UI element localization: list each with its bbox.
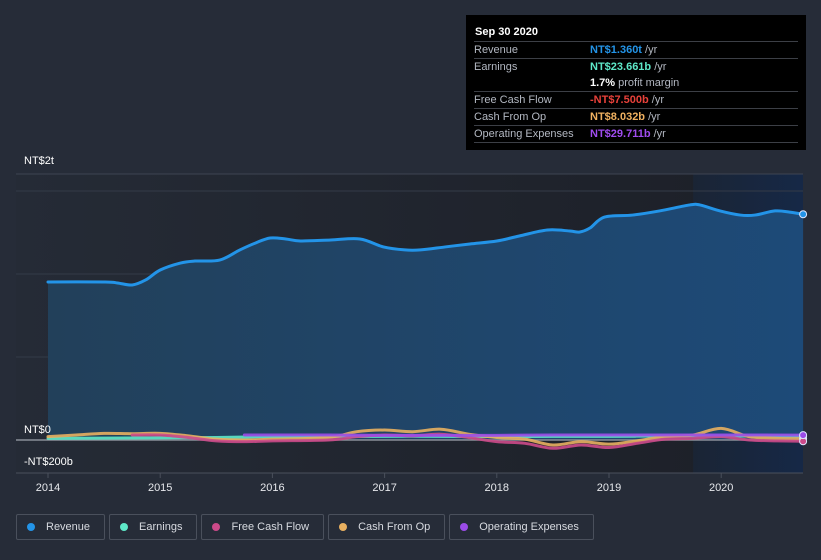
legend-item-earnings[interactable]: Earnings bbox=[109, 514, 198, 540]
tooltip-row-value: -NT$7.500b bbox=[590, 94, 649, 106]
x-tick-label: 2014 bbox=[35, 482, 61, 494]
y-axis-zero-label: NT$0 bbox=[24, 424, 51, 436]
tooltip-row: 1.7% profit margin bbox=[474, 75, 798, 92]
tooltip-row-label: Revenue bbox=[474, 44, 519, 56]
x-tick-label: 2016 bbox=[260, 482, 285, 494]
tooltip-date: Sep 30 2020 bbox=[474, 24, 798, 42]
tooltip-row-unit: /yr bbox=[641, 44, 658, 56]
tooltip-row-label: Free Cash Flow bbox=[474, 94, 552, 106]
tooltip-row-unit: /yr bbox=[645, 111, 661, 123]
tooltip-row-value: NT$23.661b bbox=[590, 61, 652, 73]
legend-dot-icon bbox=[27, 523, 35, 531]
legend-item-revenue[interactable]: Revenue bbox=[16, 514, 106, 540]
legend-dot-icon bbox=[120, 523, 129, 531]
operating-expenses-end-marker[interactable] bbox=[799, 431, 808, 440]
legend-label: Cash From Op bbox=[358, 521, 431, 533]
x-tick-label: 2015 bbox=[147, 482, 173, 494]
legend-item-cash-from-op[interactable]: Cash From Op bbox=[328, 514, 446, 540]
tooltip-row-value-wrap: NT$1.360t /yr bbox=[590, 42, 657, 58]
tooltip-row-unit: /yr bbox=[648, 94, 664, 106]
revenue-end-marker[interactable] bbox=[799, 210, 808, 219]
tooltip-row-value: 1.7% bbox=[590, 77, 616, 89]
tooltip-row-label bbox=[474, 75, 590, 91]
legend-dot-icon bbox=[212, 523, 221, 531]
tooltip-row: Revenue NT$1.360t /yr bbox=[474, 42, 798, 59]
legend-label: Free Cash Flow bbox=[231, 521, 310, 533]
tooltip-row: Operating Expenses NT$29.711b /yr bbox=[474, 126, 798, 143]
tooltip-row: Earnings NT$23.661b /yr bbox=[474, 59, 798, 75]
tooltip-row: Free Cash Flow -NT$7.500b /yr bbox=[474, 92, 798, 109]
tooltip-panel: Sep 30 2020 Revenue NT$1.360t /yr Earnings… bbox=[466, 15, 806, 150]
x-tick-label: 2017 bbox=[372, 482, 397, 494]
legend-label: Earnings bbox=[139, 521, 183, 533]
tooltip-row-value-wrap: NT$8.032b /yr bbox=[590, 109, 660, 125]
tooltip-row-value-wrap: -NT$7.500b /yr bbox=[590, 92, 664, 108]
tooltip-row-label: Cash From Op bbox=[474, 111, 547, 123]
tooltip-row-unit: /yr bbox=[650, 128, 666, 140]
tooltip-row-value: NT$29.711b bbox=[590, 128, 651, 140]
tooltip-row-value-wrap: NT$29.711b /yr bbox=[590, 126, 666, 142]
y-axis-bottom-label: -NT$200b bbox=[24, 456, 73, 468]
x-tick-label: 2019 bbox=[596, 482, 622, 494]
y-axis-top-label: NT$2t bbox=[24, 155, 54, 167]
x-tick-label: 2020 bbox=[708, 482, 734, 494]
tooltip-row-unit: /yr bbox=[651, 61, 667, 73]
legend-label: Operating Expenses bbox=[479, 521, 579, 533]
tooltip-row-value-wrap: 1.7% profit margin bbox=[590, 75, 679, 91]
tooltip-row-value-wrap: NT$23.661b /yr bbox=[590, 59, 666, 75]
tooltip-row: Cash From Op NT$8.032b /yr bbox=[474, 109, 798, 126]
legend-item-operating-expenses[interactable]: Operating Expenses bbox=[449, 514, 594, 540]
legend-dot-icon bbox=[460, 523, 469, 531]
tooltip-row-value: NT$1.360t bbox=[590, 44, 642, 56]
tooltip-row-label: Earnings bbox=[474, 61, 518, 73]
tooltip-row-label: Operating Expenses bbox=[474, 128, 574, 140]
legend-dot-icon bbox=[339, 523, 348, 531]
x-tick-label: 2018 bbox=[484, 482, 510, 494]
legend-label: Revenue bbox=[46, 521, 91, 533]
tooltip-row-unit: profit margin bbox=[615, 77, 680, 89]
tooltip-row-value: NT$8.032b bbox=[590, 111, 646, 123]
legend: Revenue Earnings Free Cash Flow Cash From O… bbox=[16, 514, 594, 540]
legend-item-free-cash-flow[interactable]: Free Cash Flow bbox=[201, 514, 325, 540]
